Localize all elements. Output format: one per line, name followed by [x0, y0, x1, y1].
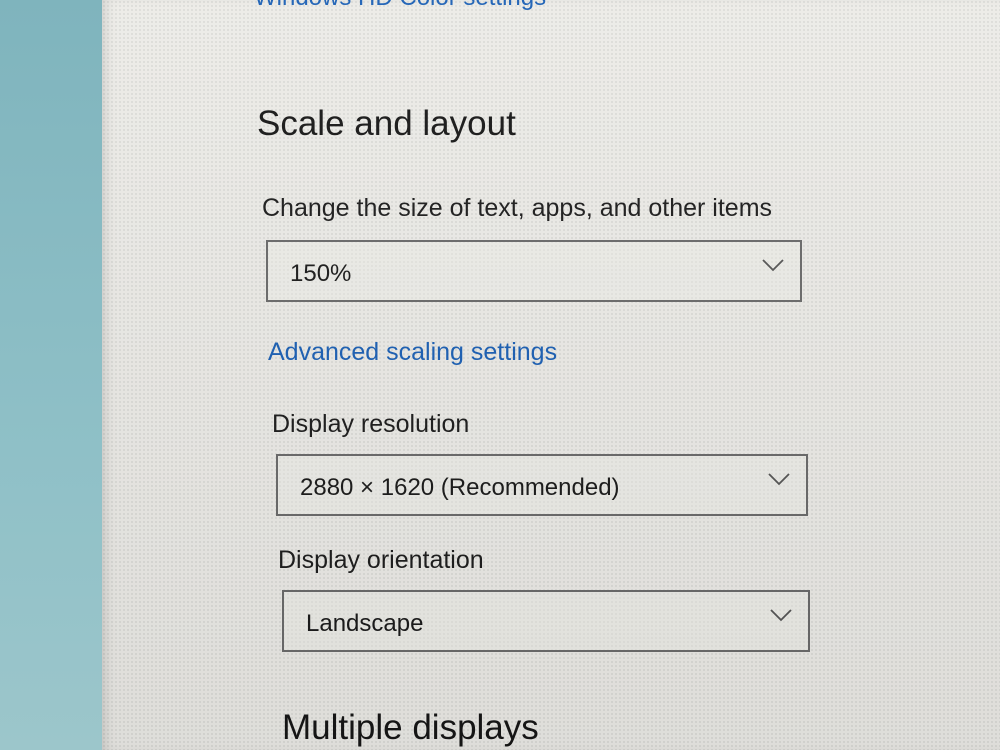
orientation-label: Display orientation [278, 546, 484, 574]
advanced-scaling-link[interactable]: Advanced scaling settings [268, 338, 557, 367]
settings-panel: Windows HD Color settings Scale and layo… [102, 0, 1000, 750]
display-settings-content: Windows HD Color settings Scale and layo… [252, 0, 832, 750]
scale-dropdown[interactable]: 150% [266, 240, 802, 302]
orientation-dropdown-value: Landscape [306, 610, 424, 637]
screen: Windows HD Color settings Scale and layo… [0, 0, 1000, 750]
multiple-displays-title: Multiple displays [282, 708, 539, 747]
chevron-down-icon [768, 473, 790, 486]
resolution-label: Display resolution [272, 410, 470, 438]
orientation-dropdown[interactable]: Landscape [282, 590, 810, 652]
hd-color-settings-link[interactable]: Windows HD Color settings [254, 0, 546, 12]
chevron-down-icon [762, 259, 784, 272]
resolution-dropdown-value: 2880 × 1620 (Recommended) [300, 474, 620, 501]
resolution-dropdown[interactable]: 2880 × 1620 (Recommended) [276, 454, 808, 516]
size-label: Change the size of text, apps, and other… [262, 194, 773, 222]
chevron-down-icon [770, 609, 792, 622]
scale-dropdown-value: 150% [290, 260, 352, 287]
scale-layout-title: Scale and layout [257, 104, 516, 143]
